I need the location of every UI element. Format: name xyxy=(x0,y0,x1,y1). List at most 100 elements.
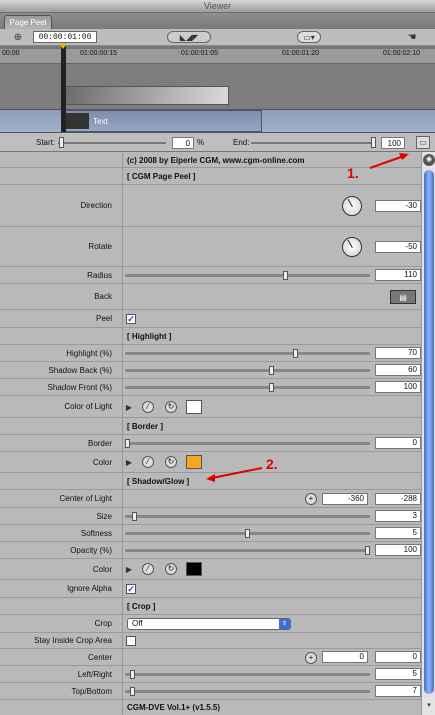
border-slider[interactable] xyxy=(125,442,370,445)
shadow-back-field[interactable]: 60 xyxy=(375,364,421,376)
center-of-light-label: Center of Light xyxy=(59,494,112,503)
color-of-light-swatch[interactable] xyxy=(186,400,202,414)
stay-inside-checkbox[interactable] xyxy=(126,636,136,646)
copyright-text: (c) 2008 by Eiperle CGM, www.cgm-online.… xyxy=(127,155,305,165)
center-label: Center xyxy=(87,652,112,662)
timecode-field[interactable]: 00:00:01:00 xyxy=(33,31,97,43)
border-color-swatch[interactable] xyxy=(186,455,202,469)
tab-bar: Page Peel xyxy=(0,13,435,29)
section-border: [ Border ] xyxy=(127,421,163,431)
text-clip[interactable]: Text xyxy=(62,110,262,132)
disclosure-triangle-icon[interactable]: ▶ xyxy=(125,563,133,575)
scroll-down-icon[interactable]: ▾ xyxy=(424,701,434,709)
section-shadow-glow: [ Shadow/Glow ] xyxy=(127,476,190,486)
highlight-field[interactable]: 70 xyxy=(375,347,421,359)
shadow-front-slider-knob[interactable] xyxy=(269,383,274,392)
hue-direction-icon[interactable]: ↻ xyxy=(165,563,177,575)
point-control-icon[interactable]: + xyxy=(305,493,317,505)
highlight-slider[interactable] xyxy=(125,352,370,355)
parameters-panel: (c) 2008 by Eiperle CGM, www.cgm-online.… xyxy=(0,153,421,715)
highlight-slider-knob[interactable] xyxy=(293,349,298,358)
playhead[interactable] xyxy=(59,44,67,132)
softness-slider-knob[interactable] xyxy=(245,529,250,538)
softness-field[interactable]: 5 xyxy=(375,527,421,539)
ignore-alpha-checkbox[interactable]: ✓ xyxy=(126,584,136,594)
peel-checkbox[interactable]: ✓ xyxy=(126,314,136,324)
rotate-field[interactable]: -50 xyxy=(375,241,421,253)
dropdown-arrows-icon: ⇕ xyxy=(279,619,290,629)
section-highlight: [ Highlight ] xyxy=(127,331,172,341)
radius-slider[interactable] xyxy=(125,274,370,277)
start-value-field[interactable]: 0 xyxy=(172,137,194,149)
start-slider-track[interactable] xyxy=(58,142,166,144)
left-right-field[interactable]: 5 xyxy=(375,668,421,680)
disclosure-triangle-icon[interactable]: ▶ xyxy=(125,456,133,468)
start-unit: % xyxy=(197,138,205,147)
crop-dropdown[interactable]: Off ⇕ xyxy=(127,618,291,630)
size-field[interactable]: 3 xyxy=(375,510,421,522)
tab-page-peel[interactable]: Page Peel xyxy=(4,15,52,29)
point-control-icon[interactable]: + xyxy=(305,652,317,664)
top-bottom-field[interactable]: 7 xyxy=(375,685,421,697)
display-menu-icon[interactable]: ▭▾ xyxy=(297,31,321,43)
radius-field[interactable]: 110 xyxy=(375,269,421,281)
center-of-light-y[interactable]: -288 xyxy=(375,493,421,505)
filter-window-icon[interactable]: ▭ xyxy=(416,136,430,149)
crop-dropdown-value: Off xyxy=(132,619,143,628)
crosshair-icon[interactable]: ⊕ xyxy=(10,30,26,45)
eyedropper-icon[interactable]: ⁄ xyxy=(142,563,154,575)
border-slider-knob[interactable] xyxy=(125,439,130,448)
eyedropper-icon[interactable]: ⁄ xyxy=(142,456,154,468)
left-right-slider[interactable] xyxy=(125,673,370,676)
center-of-light-x[interactable]: -360 xyxy=(322,493,368,505)
size-slider-knob[interactable] xyxy=(132,512,138,521)
opacity-slider[interactable] xyxy=(125,549,370,552)
radius-slider-knob[interactable] xyxy=(283,271,289,280)
scroll-up-icon[interactable]: ◉ xyxy=(423,154,435,166)
hue-direction-icon[interactable]: ↻ xyxy=(165,401,177,413)
opacity-slider-knob[interactable] xyxy=(365,546,370,555)
left-right-slider-knob[interactable] xyxy=(129,670,135,679)
shadow-back-slider[interactable] xyxy=(125,369,370,372)
end-slider-knob[interactable] xyxy=(371,137,376,148)
hand-icon[interactable]: ☚ xyxy=(403,30,421,44)
section-crop: [ Crop ] xyxy=(127,601,156,611)
scrollbar-thumb[interactable] xyxy=(424,170,434,694)
start-slider-knob[interactable] xyxy=(59,137,64,148)
window-title: Viewer xyxy=(0,0,435,13)
center-y-field[interactable]: 0 xyxy=(375,651,421,663)
eyedropper-icon[interactable]: ⁄ xyxy=(142,401,154,413)
shadow-front-field[interactable]: 100 xyxy=(375,381,421,393)
size-label: Size xyxy=(96,511,112,521)
image-well-icon[interactable]: ▤ xyxy=(390,290,416,304)
top-bottom-slider-knob[interactable] xyxy=(129,687,135,696)
rotate-dial[interactable] xyxy=(342,237,362,257)
vertical-scrollbar[interactable]: ◉ ▾ xyxy=(421,152,435,715)
shadow-front-slider[interactable] xyxy=(125,386,370,389)
transition-clip[interactable] xyxy=(62,86,229,105)
view-mode-buttons[interactable]: ◣◢◤ xyxy=(167,31,211,43)
end-slider-track[interactable] xyxy=(251,142,376,144)
top-bottom-slider[interactable] xyxy=(125,690,370,693)
radius-label: Radius xyxy=(87,270,112,280)
opacity-field[interactable]: 100 xyxy=(375,544,421,556)
direction-field[interactable]: -30 xyxy=(375,200,421,212)
top-bottom-label: Top/Bottom xyxy=(71,686,112,696)
start-end-bar: Start: 0 % End: 100 ▭ xyxy=(0,133,435,152)
disclosure-triangle-icon[interactable]: ▶ xyxy=(125,401,133,413)
center-x-field[interactable]: 0 xyxy=(322,651,368,663)
left-right-label: Left/Right xyxy=(77,669,112,679)
highlight-label: Highlight (%) xyxy=(66,348,112,358)
clip-thumbnail xyxy=(65,113,89,129)
shadow-color-label: Color xyxy=(92,564,112,574)
crop-label: Crop xyxy=(94,619,112,628)
hue-direction-icon[interactable]: ↻ xyxy=(165,456,177,468)
end-value-field[interactable]: 100 xyxy=(381,137,405,149)
shadow-back-slider-knob[interactable] xyxy=(269,366,274,375)
shadow-back-label: Shadow Back (%) xyxy=(48,365,112,375)
border-field[interactable]: 0 xyxy=(375,437,421,449)
shadow-color-swatch[interactable] xyxy=(186,562,202,576)
direction-dial[interactable] xyxy=(342,196,362,216)
end-label: End: xyxy=(233,138,250,147)
size-slider[interactable] xyxy=(125,515,370,518)
